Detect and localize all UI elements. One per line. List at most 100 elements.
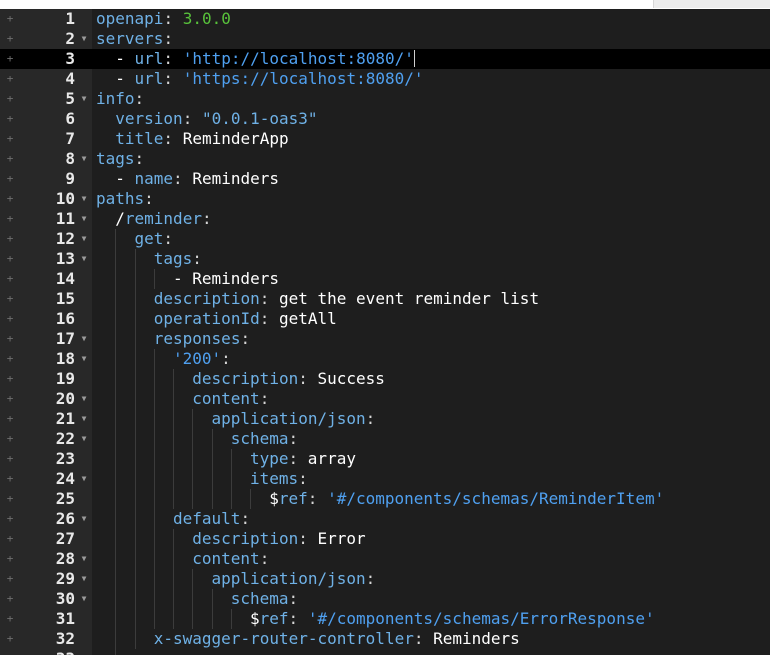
code-line[interactable]: +26 ▼ default: [0, 509, 770, 529]
line-number: 31 [55, 609, 75, 628]
code-token: : [134, 89, 145, 108]
code-line[interactable]: +16 operationId: getAll [0, 309, 770, 329]
code-line[interactable]: +10 ▼ paths: [0, 189, 770, 209]
line-code: type: array [96, 449, 356, 469]
code-line[interactable]: +13 ▼ tags: [0, 249, 770, 269]
fold-arrow-icon[interactable]: ▼ [79, 549, 89, 569]
code-line[interactable]: +14 - Reminders [0, 269, 770, 289]
indent-guide [192, 409, 211, 429]
code-line[interactable]: +18 ▼ '200': [0, 349, 770, 369]
line-code: openapi: 3.0.0 [96, 9, 231, 29]
line-number: 15 [55, 289, 75, 308]
code-line[interactable]: +28 ▼ content: [0, 549, 770, 569]
indent-guide [230, 489, 250, 509]
code-line[interactable]: +5 ▼ info: [0, 89, 770, 109]
code-line[interactable]: +7 title: ReminderApp [0, 129, 770, 149]
indent-guide [96, 409, 115, 429]
code-token: ref [278, 489, 308, 508]
indent-guide [230, 609, 250, 629]
code-line[interactable]: +8 ▼ tags: [0, 149, 770, 169]
indent-guide [96, 349, 115, 369]
fold-arrow-icon[interactable]: ▼ [79, 29, 89, 49]
code-token: openapi [96, 9, 164, 28]
code-token: get [134, 229, 164, 248]
indent-guide [173, 589, 192, 609]
indent-guide [134, 349, 154, 369]
fold-arrow-icon[interactable]: ▼ [79, 209, 89, 229]
code-line[interactable]: +9 - name: Reminders [0, 169, 770, 189]
indent-guide [230, 449, 250, 469]
code-line[interactable]: +4 - url: 'https://localhost:8080/' [0, 69, 770, 89]
line-code: paths: [96, 189, 154, 209]
fold-arrow-icon[interactable]: ▼ [79, 589, 89, 609]
indent-guide [211, 429, 231, 449]
code-line[interactable]: +25 $ref: '#/components/schemas/ReminderI… [0, 489, 770, 509]
fold-arrow-icon[interactable]: ▼ [79, 509, 89, 529]
indent-guide [96, 169, 115, 189]
line-number: 5 [65, 89, 75, 108]
line-number: 10 [55, 189, 75, 208]
code-line[interactable]: +32 x-swagger-router-controller: Reminder… [0, 629, 770, 649]
fold-arrow-icon[interactable]: ▼ [79, 349, 89, 369]
indent-guide [115, 409, 134, 429]
fold-arrow-icon[interactable]: ▼ [79, 149, 89, 169]
indent-guide [153, 369, 173, 389]
fold-arrow-icon[interactable]: ▼ [79, 229, 89, 249]
code-line[interactable]: +17 ▼ responses: [0, 329, 770, 349]
code-line[interactable]: +33 [0, 649, 770, 655]
indent-guide [173, 369, 192, 389]
code-line[interactable]: +30 ▼ schema: [0, 589, 770, 609]
code-token: : [240, 329, 251, 348]
fold-arrow-icon[interactable]: ▼ [79, 329, 89, 349]
change-marker-icon: + [6, 512, 14, 525]
change-marker-icon: + [6, 92, 14, 105]
fold-arrow-icon[interactable]: ▼ [79, 89, 89, 109]
line-code: application/json: [96, 569, 375, 589]
line-code: default: [96, 509, 250, 529]
code-line[interactable]: +2 ▼ servers: [0, 29, 770, 49]
code-line[interactable]: +15 description: get the event reminder l… [0, 289, 770, 309]
fold-arrow-icon[interactable]: ▼ [79, 389, 89, 409]
line-code: tags: [96, 149, 144, 169]
code-line[interactable]: +29 ▼ application/json: [0, 569, 770, 589]
indent-guide [115, 329, 134, 349]
code-line[interactable]: +3 - url: 'http://localhost:8080/' [0, 49, 770, 69]
code-line[interactable]: +22 ▼ schema: [0, 429, 770, 449]
code-line[interactable]: +6 version: "0.0.1-oas3" [0, 109, 770, 129]
indent-guide [211, 469, 231, 489]
line-number: 13 [55, 249, 75, 268]
indent-guide [173, 489, 192, 509]
line-number: 19 [55, 369, 75, 388]
code-line[interactable]: +20 ▼ content: [0, 389, 770, 409]
code-line[interactable]: +1 openapi: 3.0.0 [0, 9, 770, 29]
code-line[interactable]: +27 description: Error [0, 529, 770, 549]
fold-arrow-icon[interactable]: ▼ [79, 569, 89, 589]
code-line[interactable]: +31 $ref: '#/components/schemas/ErrorResp… [0, 609, 770, 629]
code-token: 3.0.0 [182, 9, 231, 28]
code-token: / [115, 209, 125, 228]
line-number: 2 [65, 29, 75, 48]
code-token: get the event reminder list [278, 289, 540, 308]
yaml-code-editor[interactable]: +1 openapi: 3.0.0 +2 ▼ servers: +3- url: 'htt… [0, 9, 770, 655]
code-line[interactable]: +21 ▼ application/json: [0, 409, 770, 429]
code-line[interactable]: +12 ▼ get: [0, 229, 770, 249]
indent-guide [134, 469, 154, 489]
code-line[interactable]: +24 ▼ items: [0, 469, 770, 489]
code-line[interactable]: +19 description: Success [0, 369, 770, 389]
indent-guide [192, 609, 211, 629]
code-token: content [192, 549, 260, 568]
indent-guide [134, 549, 154, 569]
change-marker-icon: + [6, 152, 14, 165]
code-token: : [413, 629, 434, 648]
line-number: 29 [55, 569, 75, 588]
code-line[interactable]: +11 ▼ /reminder: [0, 209, 770, 229]
fold-arrow-icon[interactable]: ▼ [79, 249, 89, 269]
fold-arrow-icon[interactable]: ▼ [79, 409, 89, 429]
code-token: : [163, 129, 183, 148]
fold-arrow-icon[interactable]: ▼ [79, 469, 89, 489]
fold-arrow-icon[interactable]: ▼ [79, 189, 89, 209]
fold-arrow-icon[interactable]: ▼ [79, 429, 89, 449]
code-line[interactable]: +23 type: array [0, 449, 770, 469]
code-token: name [134, 169, 174, 188]
change-marker-icon: + [6, 572, 14, 585]
